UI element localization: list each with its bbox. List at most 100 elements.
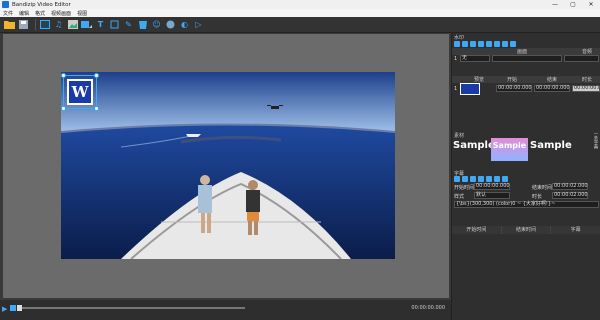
- sub-tool-1[interactable]: [454, 176, 460, 182]
- start-time-label: 开始时间: [454, 185, 475, 191]
- timecode: 00:00:00.000: [411, 305, 445, 311]
- close-button[interactable]: ✕: [582, 0, 600, 9]
- end-time-field[interactable]: 00:00:02.000: [552, 183, 588, 190]
- vertical-sample-label: 一条字幕: [593, 131, 598, 149]
- shape-icon[interactable]: [81, 19, 92, 30]
- video-frame[interactable]: W: [61, 72, 395, 259]
- window-title: Bandizip Video Editor: [12, 1, 71, 8]
- col-duration: 时长: [582, 77, 593, 83]
- tab-start-time[interactable]: 开始时间: [452, 226, 502, 234]
- duration-field-sub[interactable]: 00:00:02.000: [552, 192, 588, 199]
- app-icon: [2, 1, 9, 8]
- sub-tool-7[interactable]: [502, 176, 508, 182]
- tool-icon-1[interactable]: [454, 41, 460, 47]
- crop-icon[interactable]: [109, 19, 120, 30]
- text-icon[interactable]: T: [95, 19, 106, 30]
- menu-format[interactable]: 格式: [35, 10, 45, 17]
- seek-knob[interactable]: [17, 305, 22, 311]
- resize-handle-bl[interactable]: [61, 106, 66, 111]
- speed-icon[interactable]: ◐: [179, 19, 190, 30]
- tab-end-time[interactable]: 结束时间: [501, 226, 552, 234]
- audio-icon[interactable]: ♫: [53, 19, 64, 30]
- sample-selected[interactable]: Sample: [491, 138, 528, 161]
- menu-view[interactable]: 视图: [77, 10, 87, 17]
- sub-tool-3[interactable]: [470, 176, 476, 182]
- track-mode-select[interactable]: 无: [460, 55, 490, 62]
- play-icon[interactable]: ▶: [2, 305, 8, 313]
- resize-handle-tl[interactable]: [61, 73, 66, 78]
- subtitle-content-field[interactable]: {\bs}(300,300) (color)0 ~ {大家好啊!}~: [454, 201, 599, 208]
- timeline-thumbnail[interactable]: [460, 83, 480, 95]
- playback-bar: ▶ 00:00:00.000: [0, 300, 451, 320]
- tool-icon-8[interactable]: [510, 41, 516, 47]
- tool-icon-7[interactable]: [502, 41, 508, 47]
- subtitle-tools: [454, 176, 510, 182]
- save-icon[interactable]: [18, 19, 29, 30]
- seek-bar[interactable]: [17, 305, 245, 311]
- image-icon[interactable]: [39, 19, 50, 30]
- sub-tool-5[interactable]: [486, 176, 492, 182]
- col-end: 结束: [547, 77, 558, 83]
- emoji-icon[interactable]: ☺: [151, 19, 162, 30]
- sub-tool-4[interactable]: [478, 176, 484, 182]
- duration-field[interactable]: 00:00:00.000: [572, 85, 600, 92]
- toolbar: ♫ T ✎ ☺ ◐ ▷: [0, 17, 600, 33]
- picture-icon[interactable]: [67, 19, 78, 30]
- menu-bar: 文件 编辑 格式 视频画面 视图: [0, 9, 600, 17]
- track-audio-field[interactable]: [564, 55, 599, 62]
- end-time-label: 结束时间: [532, 185, 553, 191]
- video-scene-image: [61, 72, 395, 259]
- preview-canvas: W: [3, 34, 449, 298]
- track-section-title: 水印: [454, 35, 465, 41]
- tool-icon-6[interactable]: [494, 41, 500, 47]
- resize-handle-br[interactable]: [94, 106, 99, 111]
- watermark-overlay[interactable]: W: [61, 73, 99, 111]
- preview-section-title: 素材: [454, 133, 465, 139]
- tab-subtitle[interactable]: 字幕: [551, 226, 600, 234]
- menu-edit[interactable]: 编辑: [19, 10, 29, 17]
- minimize-button[interactable]: —: [546, 0, 564, 9]
- end-field[interactable]: 00:00:00.000: [534, 85, 570, 92]
- toolbar-separator: [35, 19, 36, 30]
- effects-icon[interactable]: ✎: [123, 19, 134, 30]
- sample-left[interactable]: Sample: [453, 140, 495, 151]
- menu-file[interactable]: 文件: [3, 10, 13, 17]
- col-start: 开始: [507, 77, 518, 83]
- watermark-letter: W: [67, 79, 93, 105]
- style-label: 样式: [454, 194, 465, 200]
- track-col-video: 画面: [517, 49, 528, 55]
- sample-right[interactable]: Sample: [530, 140, 572, 151]
- resize-handle-tr[interactable]: [94, 73, 99, 78]
- subtitle-tabs: 开始时间 结束时间 字幕: [452, 226, 600, 234]
- start-time-field[interactable]: 00:00:00.000: [474, 183, 510, 190]
- sub-tool-6[interactable]: [494, 176, 500, 182]
- window-controls: — ▢ ✕: [546, 0, 600, 9]
- sample-center-label: Sample: [492, 141, 527, 150]
- timeline-header: 预览 开始 结束 时长: [452, 76, 600, 83]
- open-folder-icon[interactable]: [4, 19, 15, 30]
- timeline-row-number: 1: [454, 86, 458, 92]
- editor-area: W: [0, 33, 451, 300]
- track-col-audio: 音频: [582, 49, 593, 55]
- sub-tool-2[interactable]: [462, 176, 468, 182]
- tool-icon-4[interactable]: [478, 41, 484, 47]
- start-field[interactable]: 00:00:00.000: [496, 85, 532, 92]
- filter-icon[interactable]: [165, 19, 176, 30]
- col-preview: 预览: [474, 77, 485, 83]
- track-tools: [454, 41, 518, 47]
- title-bar: Bandizip Video Editor — ▢ ✕: [0, 0, 600, 9]
- export-icon[interactable]: ▷: [193, 19, 204, 30]
- track-header: 画面 音频: [452, 48, 600, 55]
- cup-icon[interactable]: [137, 19, 148, 30]
- tool-icon-5[interactable]: [486, 41, 492, 47]
- track-video-field[interactable]: [492, 55, 562, 62]
- duration-label: 时长: [532, 194, 543, 200]
- stop-icon[interactable]: [10, 305, 16, 311]
- menu-video[interactable]: 视频画面: [51, 10, 71, 17]
- tool-icon-3[interactable]: [470, 41, 476, 47]
- tool-icon-2[interactable]: [462, 41, 468, 47]
- right-panel: 水印 画面 音频 1 无 预览 开始 结束 时长 1 00:00:00.000 …: [451, 33, 600, 320]
- track-number: 1: [454, 56, 458, 62]
- maximize-button[interactable]: ▢: [564, 0, 582, 9]
- style-select[interactable]: 默认: [474, 192, 510, 199]
